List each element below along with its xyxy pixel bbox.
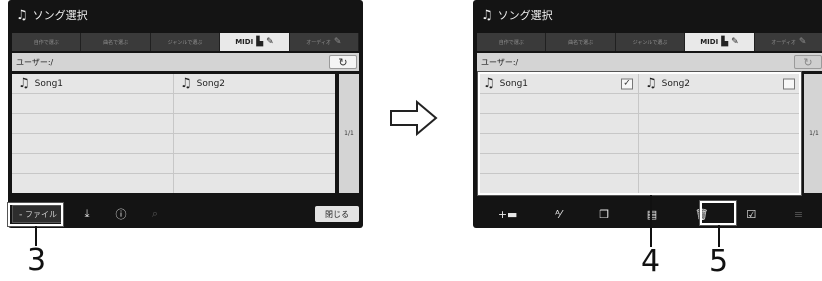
empty-slot bbox=[12, 154, 173, 173]
tab-preset[interactable]: 自作で選ぶ bbox=[477, 33, 547, 51]
callout-box-4 bbox=[477, 71, 802, 196]
empty-slot bbox=[174, 114, 335, 133]
tab-audio[interactable]: オーディオ ✎ bbox=[754, 33, 822, 51]
close-button[interactable]: 閉じる bbox=[315, 206, 359, 222]
screen-title: ソング選択 bbox=[497, 9, 553, 22]
screen-title: ソング選択 bbox=[32, 9, 88, 22]
page-indicator: 1/1 bbox=[339, 74, 359, 193]
callout-box-5 bbox=[699, 200, 737, 226]
tab-by-name[interactable]: 曲名で選ぶ bbox=[546, 33, 616, 51]
pencil-icon: ✎ bbox=[798, 37, 807, 47]
music-note-icon: ♫ bbox=[481, 7, 493, 23]
empty-slot bbox=[12, 114, 173, 133]
category-tabs: 自作で選ぶ 曲名で選ぶ ジャンルで選ぶ MIDI ▙ ✎ オーディオ ✎ bbox=[12, 33, 360, 51]
callout-number-4: 4 bbox=[641, 244, 661, 279]
up-folder-icon: ↻ bbox=[803, 55, 813, 69]
search-add-icon[interactable]: ⌕ bbox=[138, 207, 172, 221]
pencil-icon: ✎ bbox=[266, 37, 274, 47]
empty-slot bbox=[174, 134, 335, 153]
tab-by-genre[interactable]: ジャンルで選ぶ bbox=[150, 33, 221, 51]
up-folder-button[interactable]: ↻ bbox=[329, 55, 357, 69]
menu-icon[interactable]: ≡ bbox=[794, 208, 803, 221]
path-bar: ユーザー:/ ↻ bbox=[477, 53, 822, 71]
empty-slot bbox=[174, 94, 335, 113]
save-icon[interactable]: ⤓ bbox=[70, 207, 104, 221]
tab-by-name[interactable]: 曲名で選ぶ bbox=[81, 33, 151, 51]
pencil-icon: ✎ bbox=[731, 37, 739, 47]
callout-box-3 bbox=[7, 202, 64, 227]
callout-number-5: 5 bbox=[709, 244, 729, 279]
title-bar: ♫ ソング選択 bbox=[8, 0, 363, 30]
tab-by-genre[interactable]: ジャンルで選ぶ bbox=[615, 33, 686, 51]
current-path: ユーザー:/ bbox=[16, 57, 54, 67]
rename-icon[interactable]: ᴬ⁄ bbox=[555, 208, 562, 221]
song-list: ♫ Song1 ♫ Song2 bbox=[12, 74, 335, 193]
callout-line-4 bbox=[650, 195, 652, 247]
category-tabs: 自作で選ぶ 曲名で選ぶ ジャンルで選ぶ MIDI ▙ ✎ オーディオ ✎ bbox=[477, 33, 822, 51]
transition-arrow-icon bbox=[390, 99, 438, 137]
music-note-icon: ♫ bbox=[18, 76, 30, 91]
up-folder-icon: ↻ bbox=[338, 55, 348, 69]
tab-midi[interactable]: MIDI ▙ ✎ bbox=[685, 33, 755, 51]
empty-slot bbox=[12, 134, 173, 153]
path-bar: ユーザー:/ ↻ bbox=[12, 53, 359, 71]
song-name: Song1 bbox=[34, 78, 64, 89]
tab-audio[interactable]: オーディオ ✎ bbox=[289, 33, 360, 51]
copy-icon[interactable]: ❐ bbox=[599, 208, 609, 221]
music-note-icon: ♫ bbox=[180, 76, 192, 91]
new-folder-icon[interactable]: +▬ bbox=[498, 208, 518, 221]
song-select-screen-before: ♫ ソング選択 自作で選ぶ 曲名で選ぶ ジャンルで選ぶ MIDI ▙ ✎ オーデ… bbox=[8, 0, 363, 228]
empty-slot bbox=[12, 174, 173, 193]
up-folder-button[interactable]: ↻ bbox=[794, 55, 822, 69]
callout-number-3: 3 bbox=[27, 243, 47, 278]
bottom-toolbar: +▬ ᴬ⁄ ❐ ▤ 🗑 ☑ ≡ bbox=[473, 200, 822, 228]
tab-midi[interactable]: MIDI ▙ ✎ bbox=[220, 33, 290, 51]
song-item[interactable]: ♫ Song1 bbox=[12, 74, 173, 93]
empty-slot bbox=[174, 154, 335, 173]
empty-slot bbox=[174, 174, 335, 193]
music-note-icon: ♫ bbox=[16, 7, 28, 23]
select-all-icon[interactable]: ☑ bbox=[746, 208, 756, 221]
current-path: ユーザー:/ bbox=[481, 57, 519, 67]
pencil-icon: ✎ bbox=[333, 37, 342, 47]
title-bar: ♫ ソング選択 bbox=[473, 0, 822, 30]
info-icon[interactable]: ⓘ bbox=[104, 206, 138, 222]
song-item[interactable]: ♫ Song2 bbox=[174, 74, 335, 93]
song-name: Song2 bbox=[196, 78, 226, 89]
empty-slot bbox=[12, 94, 173, 113]
tab-preset[interactable]: 自作で選ぶ bbox=[12, 33, 82, 51]
page-indicator: 1/1 bbox=[804, 74, 822, 193]
piano-icon: ▙ bbox=[256, 37, 264, 47]
piano-icon: ▙ bbox=[721, 37, 729, 47]
